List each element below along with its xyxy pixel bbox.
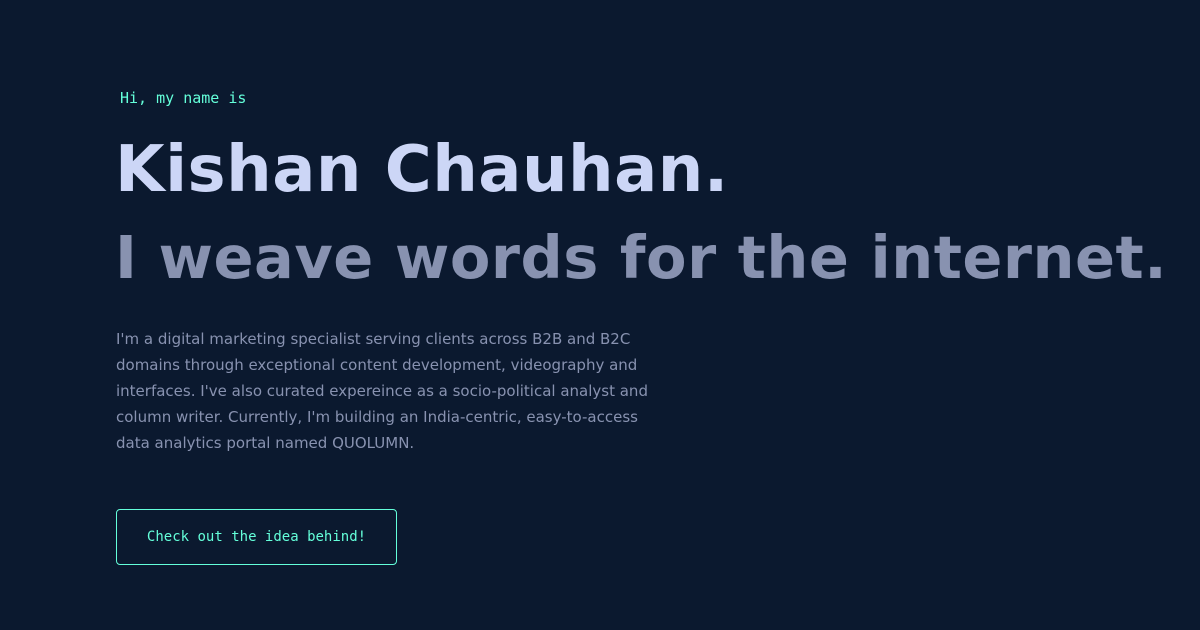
name-heading: Kishan Chauhan.: [115, 133, 729, 207]
intro-text: Hi, my name is: [120, 89, 247, 107]
hero-section: Hi, my name is Kishan Chauhan. I weave w…: [0, 0, 1200, 630]
cta-button[interactable]: Check out the idea behind!: [116, 509, 397, 565]
bio-paragraph: I'm a digital marketing specialist servi…: [116, 330, 648, 452]
tagline-heading: I weave words for the internet.: [115, 223, 1168, 292]
